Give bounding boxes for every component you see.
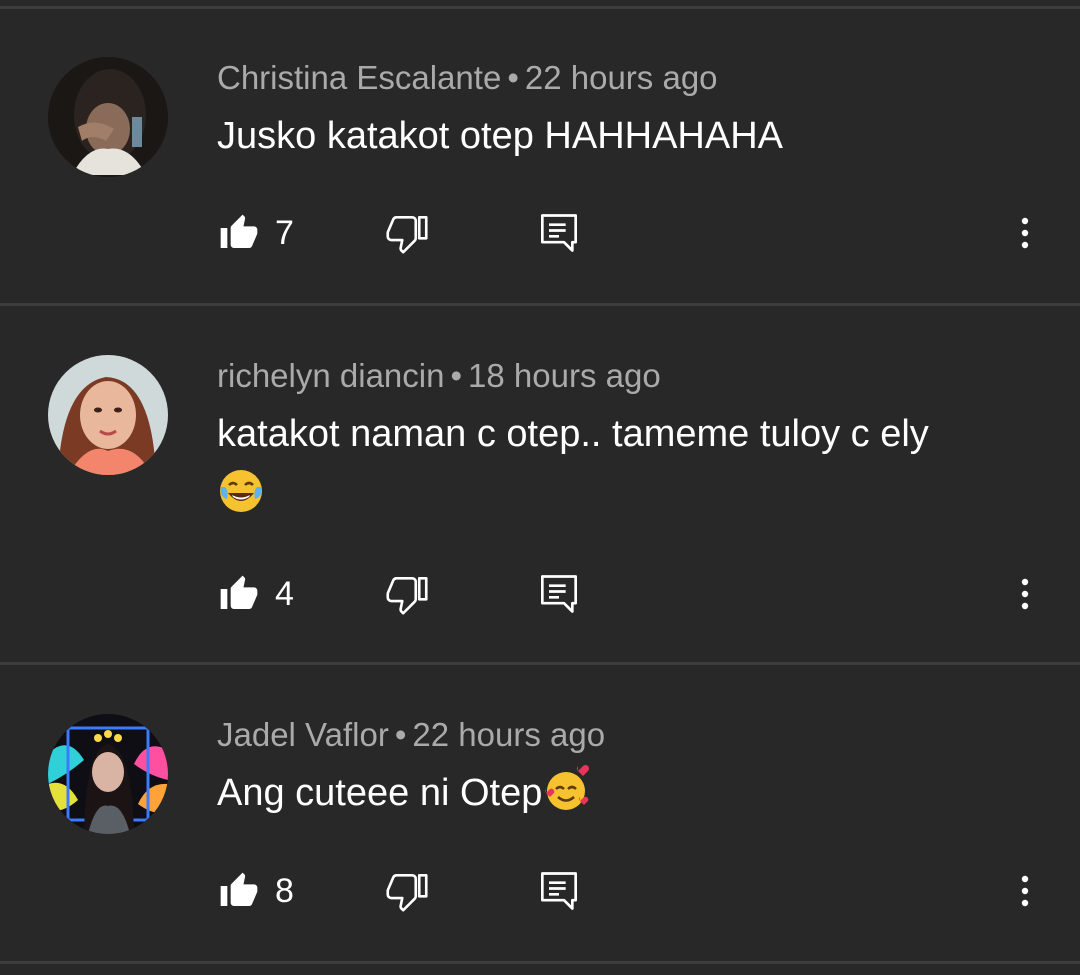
comment-body: katakot naman c otep.. tameme tuloy c el… <box>217 413 929 455</box>
more-options-button[interactable] <box>1010 570 1040 618</box>
thumbs-up-icon <box>220 872 258 906</box>
thumbs-down-icon <box>386 576 428 615</box>
avatar-image <box>48 355 168 475</box>
thumbs-down-icon <box>386 873 428 912</box>
comment-divider <box>0 303 1080 306</box>
like-button[interactable]: 4 <box>219 570 294 618</box>
comment-divider <box>0 961 1080 964</box>
more-options-button[interactable] <box>1010 867 1040 915</box>
comment-actions: 7 <box>0 209 1080 257</box>
comment-actions: 4 <box>0 570 1080 618</box>
comment-body: Ang cuteee ni Otep <box>217 772 543 814</box>
comment-timestamp[interactable]: 18 hours ago <box>468 357 661 394</box>
face-with-tears-of-joy-emoji <box>220 470 262 512</box>
thumbs-down-icon <box>386 215 428 254</box>
comment-actions: 8 <box>0 867 1080 915</box>
more-vertical-icon <box>1021 578 1029 610</box>
comment-timestamp[interactable]: 22 hours ago <box>412 716 605 753</box>
author-name[interactable]: Christina Escalante <box>217 59 501 96</box>
top-divider <box>0 6 1080 9</box>
comment-timestamp[interactable]: 22 hours ago <box>525 59 718 96</box>
like-count: 4 <box>275 574 294 613</box>
meta-separator: • <box>450 357 463 394</box>
like-count: 7 <box>275 213 294 252</box>
dislike-button[interactable] <box>386 867 428 915</box>
avatar-image <box>48 57 168 177</box>
avatar[interactable] <box>48 714 168 834</box>
comment-meta: richelyn diancin • 18 hours ago <box>217 356 661 396</box>
like-count: 8 <box>275 871 294 910</box>
comment-text: Jusko katakot otep HAHHAHAHA <box>217 107 1037 165</box>
comment-meta: Christina Escalante • 22 hours ago <box>217 58 718 98</box>
dislike-button[interactable] <box>386 209 428 257</box>
smiling-face-with-hearts-emoji <box>545 765 590 810</box>
comment-text: katakot naman c otep.. tameme tuloy c el… <box>217 405 1037 524</box>
comment-divider <box>0 662 1080 665</box>
reply-button[interactable] <box>539 570 579 618</box>
reply-icon <box>541 575 577 613</box>
more-options-button[interactable] <box>1010 209 1040 257</box>
author-name[interactable]: Jadel Vaflor <box>217 716 389 753</box>
reply-button[interactable] <box>539 867 579 915</box>
like-button[interactable]: 7 <box>219 209 294 257</box>
reply-icon <box>541 872 577 910</box>
comment-meta: Jadel Vaflor • 22 hours ago <box>217 715 605 755</box>
reply-button[interactable] <box>539 209 579 257</box>
like-button[interactable]: 8 <box>219 867 294 915</box>
dislike-button[interactable] <box>386 570 428 618</box>
comment-body: Jusko katakot otep HAHHAHAHA <box>217 115 784 157</box>
thumbs-up-icon <box>220 214 258 248</box>
meta-separator: • <box>394 716 407 753</box>
more-vertical-icon <box>1021 217 1029 249</box>
thumbs-up-icon <box>220 575 258 609</box>
more-vertical-icon <box>1021 875 1029 907</box>
avatar[interactable] <box>48 355 168 475</box>
comment-text: Ang cuteee ni Otep <box>217 764 1037 822</box>
avatar-image <box>48 714 168 834</box>
avatar[interactable] <box>48 57 168 177</box>
author-name[interactable]: richelyn diancin <box>217 357 444 394</box>
reply-icon <box>541 214 577 252</box>
meta-separator: • <box>507 59 519 96</box>
